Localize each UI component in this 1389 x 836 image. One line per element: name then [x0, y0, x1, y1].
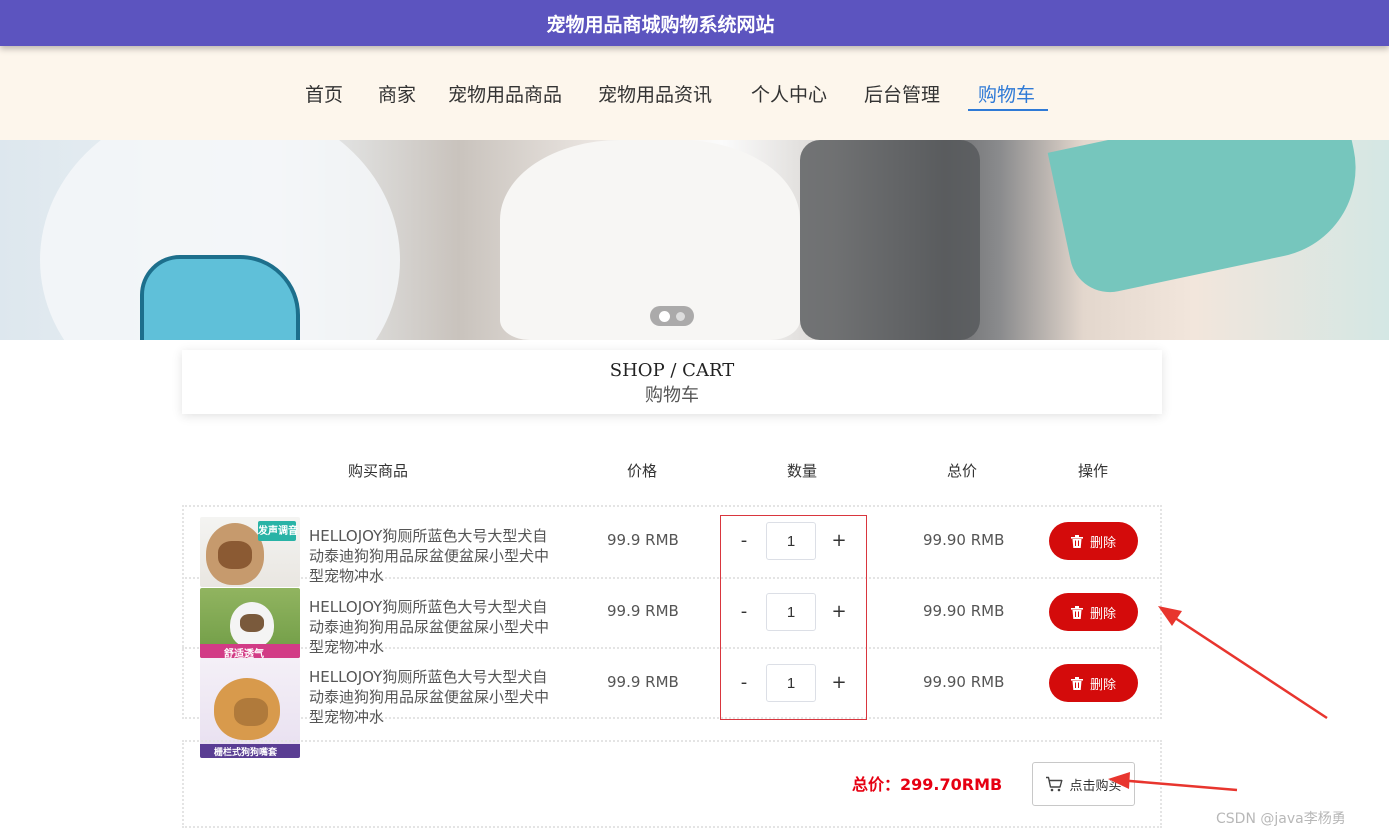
product-image[interactable]: 发声调音	[200, 517, 300, 587]
main-nav: 首页 商家 宠物用品商品 宠物用品资讯 个人中心 后台管理 购物车	[0, 46, 1389, 140]
product-name[interactable]: HELLOJOY狗厕所蓝色大号大型犬自动泰迪狗狗用品尿盆便盆屎小型犬中型宠物冲水	[309, 597, 559, 657]
product-name[interactable]: HELLOJOY狗厕所蓝色大号大型犬自动泰迪狗狗用品尿盆便盆屎小型犬中型宠物冲水	[309, 667, 559, 727]
buy-button[interactable]: 点击购买	[1032, 762, 1135, 806]
quantity-highlight-box	[720, 515, 867, 720]
site-title: 宠物用品商城购物系统网站	[546, 13, 775, 36]
watermark: CSDN @java李杨勇	[1216, 811, 1346, 827]
trash-icon	[1070, 534, 1083, 548]
product-price: 99.9 RMB	[607, 531, 679, 549]
trash-icon	[1070, 605, 1083, 619]
column-header-action: 操作	[1078, 462, 1109, 480]
product-name[interactable]: HELLOJOY狗厕所蓝色大号大型犬自动泰迪狗狗用品尿盆便盆屎小型犬中型宠物冲水	[309, 526, 559, 586]
column-header-total: 总价	[947, 462, 978, 480]
carousel-dot-1[interactable]	[659, 310, 670, 322]
product-image-tag: 舒适透气	[224, 649, 264, 658]
nav-products[interactable]: 宠物用品商品	[448, 80, 562, 107]
column-header-quantity: 数量	[787, 462, 818, 480]
nav-home[interactable]: 首页	[305, 80, 343, 107]
nav-merchants[interactable]: 商家	[378, 80, 416, 107]
delete-button-label: 删除	[1089, 606, 1116, 622]
site-header: 宠物用品商城购物系统网站	[0, 0, 1389, 46]
delete-button-label: 删除	[1089, 535, 1116, 551]
nav-admin[interactable]: 后台管理	[864, 80, 940, 107]
carousel-dot-2[interactable]	[676, 311, 685, 321]
delete-button[interactable]: 删除	[1049, 593, 1138, 631]
nav-news[interactable]: 宠物用品资讯	[598, 80, 712, 107]
delete-button-label: 删除	[1089, 677, 1116, 693]
line-total: 99.90 RMB	[923, 531, 1005, 549]
column-header-product: 购买商品	[348, 462, 409, 480]
column-header-price: 价格	[627, 462, 658, 480]
trash-icon	[1070, 676, 1083, 690]
product-image[interactable]: 舒适透气	[200, 588, 300, 658]
section-title-en: SHOP / CART	[609, 360, 735, 381]
product-price: 99.9 RMB	[607, 602, 679, 620]
nav-cart[interactable]: 购物车	[978, 80, 1035, 107]
nav-active-indicator	[968, 109, 1048, 111]
annotation-arrow-line	[1165, 610, 1328, 720]
delete-button[interactable]: 删除	[1049, 522, 1138, 560]
delete-button[interactable]: 删除	[1049, 664, 1138, 702]
buy-button-label: 点击购买	[1069, 778, 1122, 794]
line-total: 99.90 RMB	[923, 673, 1005, 691]
section-header: SHOP / CART 购物车	[182, 350, 1162, 414]
section-title-cn: 购物车	[645, 385, 699, 406]
banner-image	[0, 140, 1389, 340]
line-total: 99.90 RMB	[923, 602, 1005, 620]
grand-total: 总价：299.70RMB	[852, 775, 1003, 794]
cart-icon	[1046, 776, 1063, 792]
product-image-tag: 发声调音	[258, 526, 298, 537]
nav-profile[interactable]: 个人中心	[751, 80, 827, 107]
product-price: 99.9 RMB	[607, 673, 679, 691]
carousel-indicator	[650, 306, 694, 326]
cart-summary	[182, 740, 1162, 828]
